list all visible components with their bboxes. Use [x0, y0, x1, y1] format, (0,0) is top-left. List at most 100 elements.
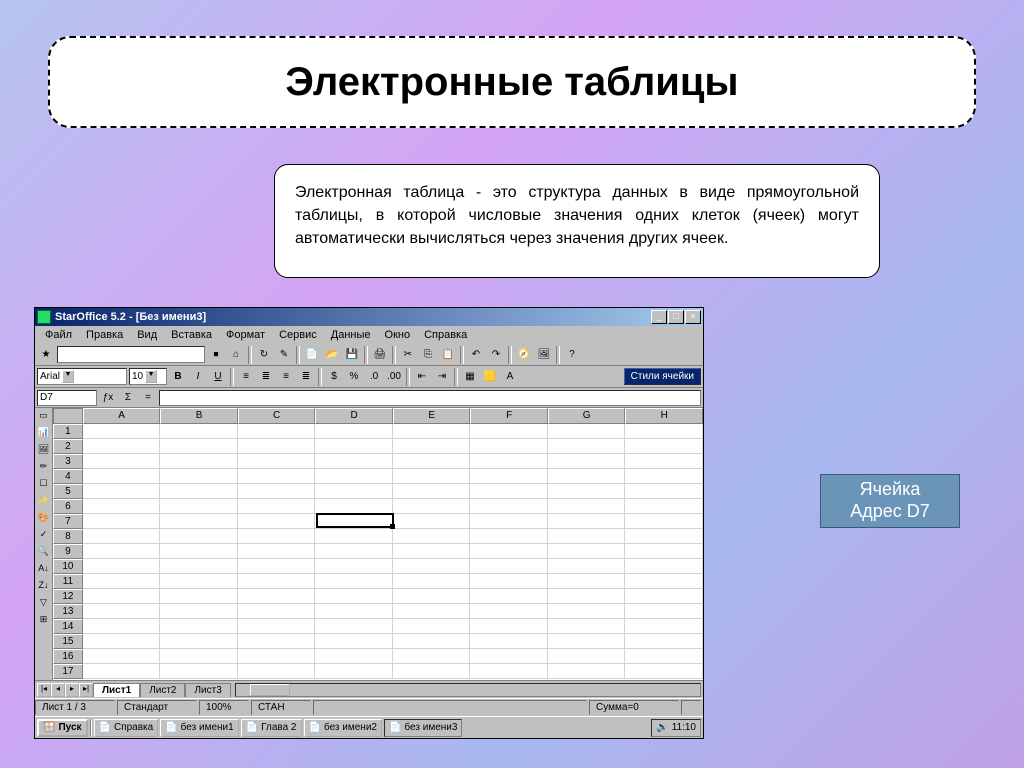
- dropdown-icon[interactable]: ▼: [145, 370, 157, 383]
- align-center-button[interactable]: ≣: [257, 368, 275, 386]
- cell-H10[interactable]: [625, 559, 703, 574]
- cell-A11[interactable]: [83, 574, 161, 589]
- cell-E10[interactable]: [393, 559, 471, 574]
- row-header-1[interactable]: 1: [53, 424, 83, 439]
- cell-B4[interactable]: [160, 469, 238, 484]
- function-wizard-button[interactable]: ƒx: [99, 389, 117, 407]
- cell-C4[interactable]: [238, 469, 316, 484]
- menu-правка[interactable]: Правка: [80, 328, 129, 342]
- cell-H16[interactable]: [625, 649, 703, 664]
- help-icon[interactable]: ?: [563, 346, 581, 364]
- sheet-tab-3[interactable]: Лист3: [185, 683, 230, 697]
- decimal-dec-button[interactable]: .00: [385, 368, 403, 386]
- bgcolor-button[interactable]: 🟨: [481, 368, 499, 386]
- image-tool-icon[interactable]: 🖼: [36, 443, 52, 459]
- cell-A17[interactable]: [83, 664, 161, 679]
- cell-G7[interactable]: [548, 514, 626, 529]
- cell-G12[interactable]: [548, 589, 626, 604]
- cell-C10[interactable]: [238, 559, 316, 574]
- cell-E5[interactable]: [393, 484, 471, 499]
- currency-button[interactable]: $: [325, 368, 343, 386]
- theme-tool-icon[interactable]: 🎨: [36, 511, 52, 527]
- cell-G4[interactable]: [548, 469, 626, 484]
- cell-E13[interactable]: [393, 604, 471, 619]
- cell-C9[interactable]: [238, 544, 316, 559]
- cell-H7[interactable]: [625, 514, 703, 529]
- cell-C11[interactable]: [238, 574, 316, 589]
- autoformat-icon[interactable]: ✨: [36, 494, 52, 510]
- cell-E8[interactable]: [393, 529, 471, 544]
- scrollbar-thumb[interactable]: [250, 684, 290, 696]
- cell-G10[interactable]: [548, 559, 626, 574]
- cell-D8[interactable]: [315, 529, 393, 544]
- cell-D9[interactable]: [315, 544, 393, 559]
- cell-A10[interactable]: [83, 559, 161, 574]
- taskbar-item-2[interactable]: 📄Глава 2: [241, 719, 302, 737]
- url-input[interactable]: [57, 346, 205, 363]
- spell-tool-icon[interactable]: ✓: [36, 528, 52, 544]
- cell-D3[interactable]: [315, 454, 393, 469]
- cell-H15[interactable]: [625, 634, 703, 649]
- cell-H14[interactable]: [625, 619, 703, 634]
- cell-F14[interactable]: [470, 619, 548, 634]
- cell-E2[interactable]: [393, 439, 471, 454]
- cell-D1[interactable]: [315, 424, 393, 439]
- cell-C2[interactable]: [238, 439, 316, 454]
- cell-reference-box[interactable]: D7: [37, 390, 97, 406]
- menu-справка[interactable]: Справка: [418, 328, 473, 342]
- cell-A3[interactable]: [83, 454, 161, 469]
- cell-A5[interactable]: [83, 484, 161, 499]
- new-icon[interactable]: 📄: [303, 346, 321, 364]
- cell-F10[interactable]: [470, 559, 548, 574]
- column-header-E[interactable]: E: [393, 408, 471, 424]
- font-name-combo[interactable]: Arial ▼: [37, 368, 127, 385]
- cell-E17[interactable]: [393, 664, 471, 679]
- cell-B13[interactable]: [160, 604, 238, 619]
- cell-B5[interactable]: [160, 484, 238, 499]
- cell-C8[interactable]: [238, 529, 316, 544]
- cell-G17[interactable]: [548, 664, 626, 679]
- cell-H5[interactable]: [625, 484, 703, 499]
- row-header-8[interactable]: 8: [53, 529, 83, 544]
- cell-H3[interactable]: [625, 454, 703, 469]
- cell-E4[interactable]: [393, 469, 471, 484]
- menu-вид[interactable]: Вид: [131, 328, 163, 342]
- cell-G9[interactable]: [548, 544, 626, 559]
- cell-H11[interactable]: [625, 574, 703, 589]
- cell-A14[interactable]: [83, 619, 161, 634]
- cell-styles-button[interactable]: Стили ячейки: [624, 368, 701, 385]
- cell-A4[interactable]: [83, 469, 161, 484]
- cell-G6[interactable]: [548, 499, 626, 514]
- status-insert[interactable]: СТАН: [251, 700, 311, 715]
- form-tool-icon[interactable]: ☐: [36, 477, 52, 493]
- cell-E3[interactable]: [393, 454, 471, 469]
- cell-H6[interactable]: [625, 499, 703, 514]
- formula-input[interactable]: [159, 390, 701, 406]
- column-header-H[interactable]: H: [625, 408, 703, 424]
- cell-G5[interactable]: [548, 484, 626, 499]
- cell-D15[interactable]: [315, 634, 393, 649]
- find-tool-icon[interactable]: 🔍: [36, 545, 52, 561]
- cell-F15[interactable]: [470, 634, 548, 649]
- home-icon[interactable]: ⌂: [227, 346, 245, 364]
- row-header-7[interactable]: 7: [53, 514, 83, 529]
- cell-F4[interactable]: [470, 469, 548, 484]
- cell-B17[interactable]: [160, 664, 238, 679]
- row-header-5[interactable]: 5: [53, 484, 83, 499]
- row-header-3[interactable]: 3: [53, 454, 83, 469]
- column-header-F[interactable]: F: [470, 408, 548, 424]
- status-zoom[interactable]: 100%: [199, 700, 249, 715]
- decimal-inc-button[interactable]: .0: [365, 368, 383, 386]
- cell-A2[interactable]: [83, 439, 161, 454]
- cell-H9[interactable]: [625, 544, 703, 559]
- cell-G14[interactable]: [548, 619, 626, 634]
- cell-F5[interactable]: [470, 484, 548, 499]
- cell-F11[interactable]: [470, 574, 548, 589]
- cell-E15[interactable]: [393, 634, 471, 649]
- cell-D6[interactable]: [315, 499, 393, 514]
- fontcolor-button[interactable]: A: [501, 368, 519, 386]
- cell-D2[interactable]: [315, 439, 393, 454]
- align-justify-button[interactable]: ≣: [297, 368, 315, 386]
- cell-D5[interactable]: [315, 484, 393, 499]
- cell-C13[interactable]: [238, 604, 316, 619]
